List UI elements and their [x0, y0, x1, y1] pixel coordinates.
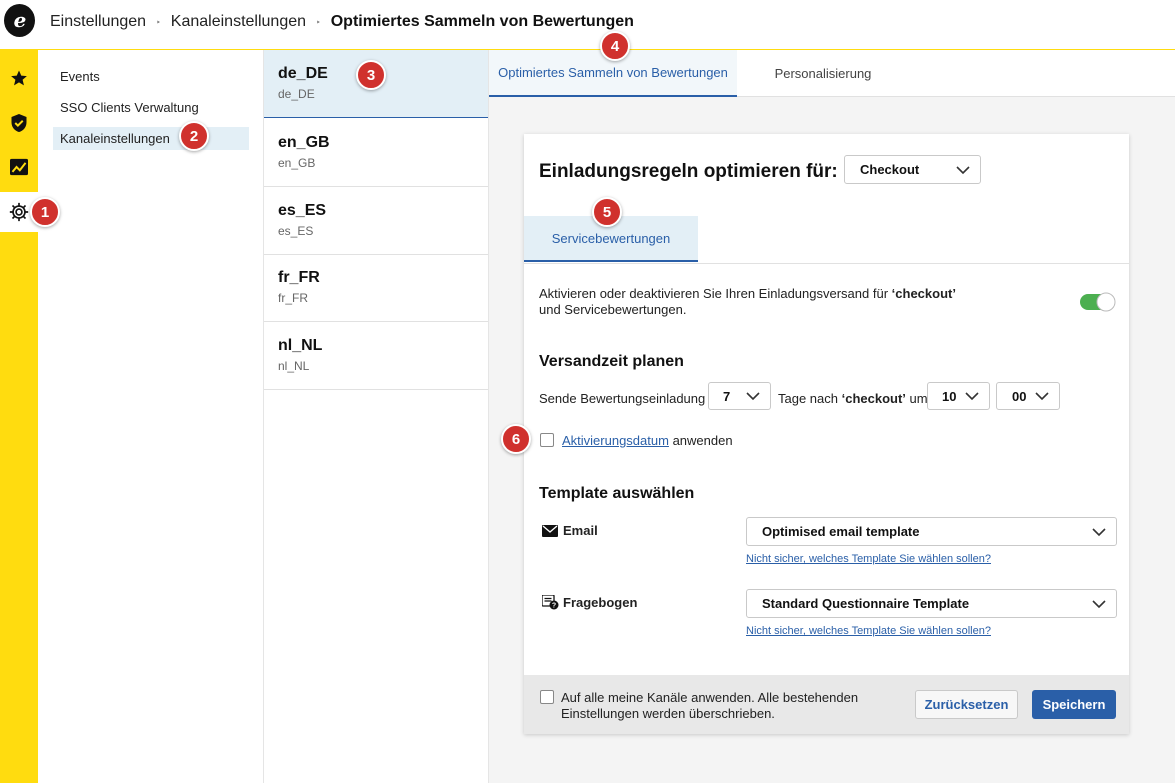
top-bar: e Einstellungen ‣ Kanaleinstellungen ‣ O…: [0, 0, 1175, 50]
rail-item-trust[interactable]: [0, 103, 38, 143]
hour-value: 10: [942, 388, 957, 404]
rail-item-analytics[interactable]: [0, 147, 38, 187]
locale-item-nl-nl[interactable]: nl_NL nl_NL: [264, 322, 488, 390]
activation-after-text: anwenden: [668, 433, 733, 448]
locale-subtitle: en_GB: [278, 156, 316, 170]
optimize-for-select[interactable]: Checkout: [844, 155, 981, 184]
locale-code: en_GB: [278, 134, 330, 151]
locale-subtitle: fr_FR: [278, 291, 308, 305]
days-after-label: Tage nach ‘checkout’ um: [778, 391, 928, 406]
questionnaire-label: Fragebogen: [563, 595, 638, 610]
card-title: Einladungsregeln optimieren für:: [539, 161, 838, 182]
template-title: Template auswählen: [539, 485, 695, 502]
tab-bar: Optimiertes Sammeln von Bewertungen Pers…: [489, 50, 1175, 97]
breadcrumb: Einstellungen ‣ Kanaleinstellungen ‣ Opt…: [50, 13, 634, 31]
annotation-badge-5: 5: [592, 197, 622, 227]
toggle-text-part: und Servicebewertungen.: [539, 302, 687, 317]
minute-value: 00: [1012, 388, 1027, 404]
apply-all-checkbox[interactable]: [540, 690, 554, 704]
shield-check-icon: [11, 114, 27, 132]
svg-text:e: e: [13, 10, 26, 32]
locale-subtitle: nl_NL: [278, 359, 310, 373]
card-footer: Auf alle meine Kanäle anwenden. Alle bes…: [524, 675, 1129, 734]
questionnaire-template-value: Standard Questionnaire Template: [762, 596, 970, 611]
chevron-down-icon: [956, 165, 970, 174]
svg-text:?: ?: [552, 603, 556, 610]
days-value: 7: [723, 388, 731, 404]
activation-date-checkbox[interactable]: [540, 433, 554, 447]
minute-select[interactable]: 00: [996, 382, 1060, 410]
subtab-divider: [524, 263, 1129, 264]
email-template-help-link[interactable]: Nicht sicher, welches Template Sie wähle…: [746, 553, 991, 565]
questionnaire-icon: ?: [542, 595, 559, 610]
optimize-for-value: Checkout: [860, 162, 920, 177]
email-template-select[interactable]: Optimised email template: [746, 517, 1117, 546]
chevron-down-icon: [1092, 599, 1106, 608]
subnav-item-kanaleinstellungen[interactable]: Kanaleinstellungen: [53, 127, 249, 150]
breadcrumb-separator-icon: ‣: [316, 17, 321, 27]
breadcrumb-separator-icon: ‣: [156, 17, 161, 27]
settings-subnav: Events SSO Clients Verwaltung Kanaleinst…: [38, 50, 264, 783]
email-template-value: Optimised email template: [762, 524, 920, 539]
icon-rail: [0, 50, 38, 783]
chevron-down-icon: [965, 392, 979, 401]
email-label: Email: [563, 523, 598, 538]
tab-personalisierung[interactable]: Personalisierung: [737, 50, 909, 97]
chevron-down-icon: [746, 392, 760, 401]
toggle-description: Aktivieren oder deaktivieren Sie Ihren E…: [539, 286, 979, 318]
annotation-badge-4: 4: [600, 31, 630, 61]
breadcrumb-kanaleinstellungen[interactable]: Kanaleinstellungen: [171, 13, 306, 31]
locale-code: fr_FR: [278, 269, 320, 286]
chart-icon: [10, 158, 28, 176]
annotation-badge-3: 3: [356, 60, 386, 90]
locale-subtitle: es_ES: [278, 224, 314, 238]
trusted-logo-icon[interactable]: e: [4, 4, 35, 37]
annotation-badge-2: 2: [179, 121, 209, 151]
breadcrumb-einstellungen[interactable]: Einstellungen: [50, 13, 146, 31]
activation-date-label: Aktivierungsdatum anwenden: [562, 433, 733, 448]
hour-select[interactable]: 10: [927, 382, 990, 410]
annotation-badge-1: 1: [30, 197, 60, 227]
breadcrumb-current: Optimiertes Sammeln von Bewertungen: [330, 13, 634, 30]
star-icon: [11, 70, 27, 86]
subnav-item-sso-clients[interactable]: SSO Clients Verwaltung: [53, 96, 249, 119]
schedule-title: Versandzeit planen: [539, 353, 684, 370]
toggle-text-part: Aktivieren oder deaktivieren Sie Ihren E…: [539, 286, 892, 301]
gear-icon: [9, 202, 29, 222]
apply-all-label: Auf alle meine Kanäle anwenden. Alle bes…: [561, 690, 859, 721]
locale-item-fr-fr[interactable]: fr_FR fr_FR: [264, 254, 488, 322]
locale-code: es_ES: [278, 202, 327, 219]
toggle-text-channel: ‘checkout’: [891, 286, 956, 301]
save-button[interactable]: Speichern: [1032, 690, 1116, 719]
subnav-item-events[interactable]: Events: [53, 65, 249, 88]
days-after-text: Tage nach: [778, 391, 842, 406]
questionnaire-template-select[interactable]: Standard Questionnaire Template: [746, 589, 1117, 618]
at-label: um: [905, 391, 928, 406]
days-select[interactable]: 7: [708, 382, 771, 410]
annotation-badge-6: 6: [501, 424, 531, 454]
activation-date-link[interactable]: Aktivierungsdatum: [562, 433, 669, 448]
locale-code: nl_NL: [278, 337, 323, 354]
locale-subtitle: de_DE: [278, 87, 315, 101]
rail-item-reviews[interactable]: [0, 58, 38, 98]
envelope-icon: [542, 525, 558, 537]
locale-item-es-es[interactable]: es_ES es_ES: [264, 187, 488, 255]
locale-item-en-gb[interactable]: en_GB en_GB: [264, 119, 488, 187]
chevron-down-icon: [1035, 392, 1049, 401]
send-label: Sende Bewertungseinladung: [539, 391, 706, 406]
chevron-down-icon: [1092, 527, 1106, 536]
main-content: Optimiertes Sammeln von Bewertungen Pers…: [489, 50, 1175, 783]
questionnaire-template-help-link[interactable]: Nicht sicher, welches Template Sie wähle…: [746, 625, 991, 637]
invitation-toggle[interactable]: [1080, 292, 1116, 312]
locale-list: de_DE de_DE en_GB en_GB es_ES es_ES fr_F…: [264, 50, 489, 783]
days-after-channel: ‘checkout’: [841, 391, 906, 406]
reset-button[interactable]: Zurücksetzen: [915, 690, 1018, 719]
